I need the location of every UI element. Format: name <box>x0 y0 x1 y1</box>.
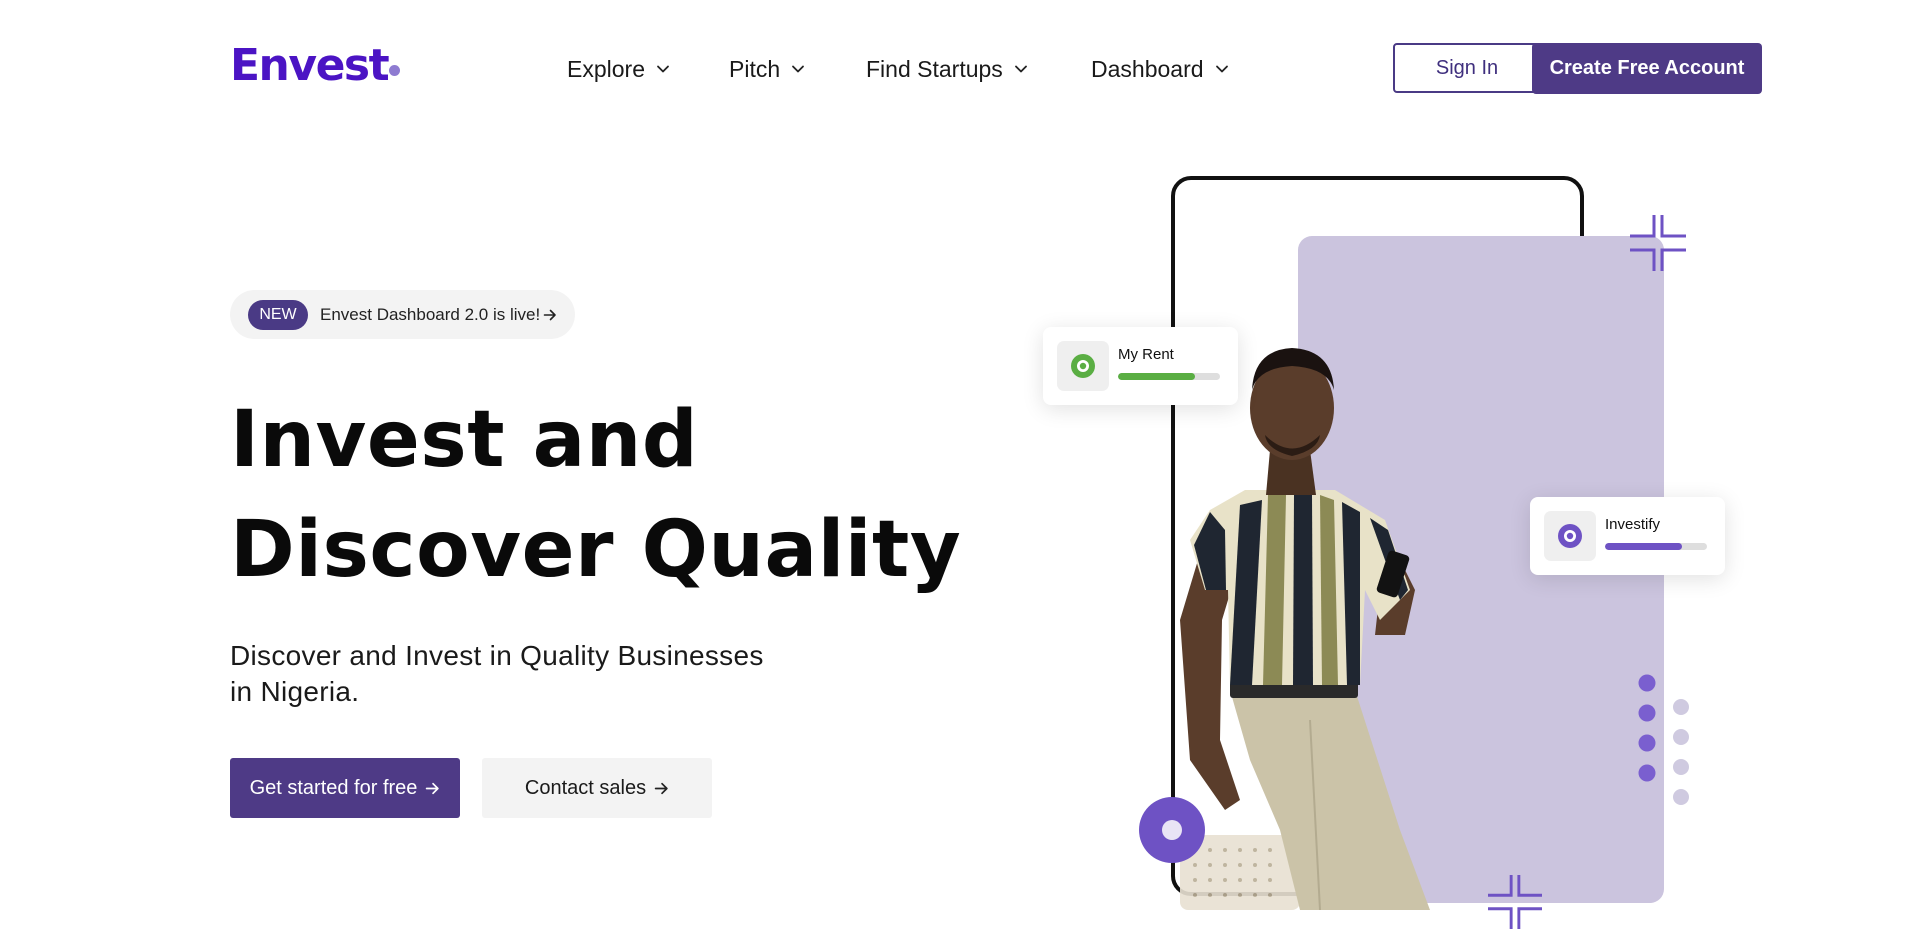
dot-grid-decoration <box>1638 674 1689 805</box>
new-badge: NEW <box>248 299 308 330</box>
nav-item-pitch[interactable]: Pitch <box>729 52 806 86</box>
arrow-right-icon <box>543 309 556 320</box>
announcement-pill[interactable]: NEW Envest Dashboard 2.0 is live! <box>230 290 575 339</box>
nav-item-label: Dashboard <box>1091 55 1204 82</box>
nav-item-label: Find Startups <box>866 55 1003 82</box>
contact-sales-label: Contact sales <box>524 776 647 799</box>
target-icon <box>1558 524 1582 548</box>
nav-item-dashboard[interactable]: Dashboard <box>1091 52 1230 86</box>
get-started-label: Get started for free <box>249 776 418 799</box>
hero-title-line-1: Invest and <box>230 395 699 485</box>
widget-my-rent: My Rent <box>1043 327 1238 405</box>
sparkle-icon <box>1630 215 1686 271</box>
progress-track <box>1118 373 1220 380</box>
arrow-right-icon <box>654 782 668 794</box>
chevron-down-icon <box>1215 65 1228 73</box>
widget-label: My Rent <box>1118 346 1174 363</box>
play-circle-icon <box>1139 797 1205 863</box>
nav-item-find-startups[interactable]: Find Startups <box>866 52 1029 86</box>
progress-fill <box>1118 373 1195 380</box>
chevron-down-icon <box>657 65 669 73</box>
widget-investify: Investify <box>1530 497 1725 575</box>
create-account-button[interactable]: Create Free Account <box>1532 43 1762 94</box>
site-header: Envest Explore Pitch Find Startups Dashb… <box>0 0 1920 138</box>
target-icon <box>1071 354 1095 378</box>
nav-item-label: Explore <box>567 55 645 82</box>
target-icon <box>1544 511 1596 561</box>
chevron-down-icon <box>1014 65 1027 73</box>
logo[interactable]: Envest <box>230 38 390 94</box>
chevron-down-icon <box>792 65 805 73</box>
hero-title: Invest and Discover Quality <box>230 385 990 605</box>
hero-title-line-2: Discover Quality <box>230 505 962 595</box>
progress-track <box>1605 543 1707 550</box>
arrow-right-icon <box>426 782 440 794</box>
contact-sales-button[interactable]: Contact sales <box>482 758 712 818</box>
target-icon <box>1057 341 1109 391</box>
widget-label: Investify <box>1605 516 1661 533</box>
get-started-button[interactable]: Get started for free <box>230 758 460 818</box>
nav-item-explore[interactable]: Explore <box>567 52 671 86</box>
announcement-text: Envest Dashboard 2.0 is live! <box>320 304 541 324</box>
sign-in-button[interactable]: Sign In <box>1393 43 1541 93</box>
hero-subtitle: Discover and Invest in Quality Businesse… <box>230 640 764 707</box>
hero-illustration: My Rent Investify <box>1030 170 1750 950</box>
logo-dot <box>389 65 400 76</box>
nav-item-label: Pitch <box>729 55 781 82</box>
progress-fill <box>1605 543 1682 550</box>
